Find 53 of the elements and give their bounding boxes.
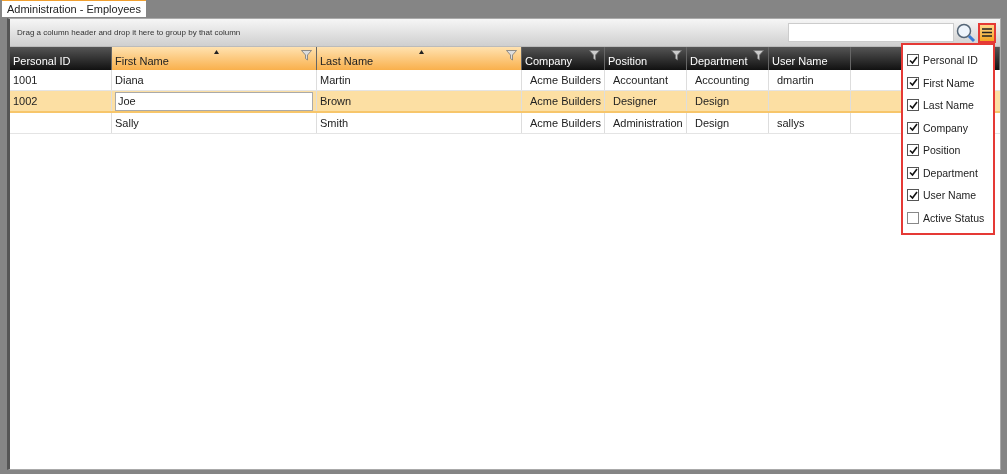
menu-item-label[interactable]: Department xyxy=(923,166,978,179)
sort-arrow-icon xyxy=(419,50,424,54)
column-header[interactable]: Position xyxy=(605,47,687,70)
menu-item-label[interactable]: Last Name xyxy=(923,99,974,112)
table-cell: Accountant xyxy=(613,74,669,86)
sort-arrow-icon xyxy=(214,50,219,54)
checkbox[interactable] xyxy=(907,144,919,157)
menu-item-label[interactable]: Position xyxy=(923,144,961,157)
tab[interactable]: Administration - Employees xyxy=(2,0,146,17)
column-header[interactable]: Company xyxy=(522,47,605,70)
table-cell: Acme Builders xyxy=(530,95,601,107)
table-cell: dmartin xyxy=(777,74,814,86)
cell-editor[interactable]: Joe xyxy=(115,91,313,111)
menu-item-label[interactable]: Active Status xyxy=(923,211,985,224)
table-cell: Administration xyxy=(613,117,683,129)
search-field[interactable] xyxy=(788,23,954,42)
table-cell: Sally xyxy=(115,117,139,129)
menu-item-label[interactable]: User Name xyxy=(923,189,977,202)
filter-icon[interactable] xyxy=(753,50,764,61)
table-cell: sallys xyxy=(777,117,805,129)
table-cell: Smith xyxy=(320,117,349,129)
column-header[interactable]: Personal ID xyxy=(10,47,112,70)
filter-icon[interactable] xyxy=(671,50,682,61)
table-cell: 1001 xyxy=(13,74,38,86)
table-cell: Accounting xyxy=(695,74,750,86)
menu-item-label[interactable]: Company xyxy=(923,121,968,134)
checkbox[interactable] xyxy=(907,99,919,112)
checkbox[interactable] xyxy=(907,76,919,89)
table-cell: Designer xyxy=(613,95,658,107)
filter-icon[interactable] xyxy=(589,50,600,61)
checkbox[interactable] xyxy=(907,166,919,179)
column-header[interactable]: Department xyxy=(687,47,769,70)
table-cell: Acme Builders xyxy=(530,74,601,86)
menu-button[interactable] xyxy=(978,22,996,43)
menu-item-label[interactable]: First Name xyxy=(923,76,975,89)
table-cell: Martin xyxy=(320,74,351,86)
checkbox[interactable] xyxy=(907,54,919,67)
table-cell: Design xyxy=(695,95,730,107)
column-header[interactable]: User Name xyxy=(769,47,851,70)
table-cell: Brown xyxy=(320,95,352,107)
checkbox[interactable] xyxy=(907,121,919,134)
group-hint: Drag a column header and drop it here to group by that column xyxy=(17,28,241,37)
table-cell: Design xyxy=(695,117,730,129)
search-icon[interactable] xyxy=(956,22,976,43)
checkbox[interactable] xyxy=(907,211,919,224)
table-cell: Diana xyxy=(115,74,144,86)
column-header[interactable]: Last Name xyxy=(317,47,522,70)
menu-item-label[interactable]: Personal ID xyxy=(923,54,978,67)
table-cell: Acme Builders xyxy=(530,117,601,129)
checkbox[interactable] xyxy=(907,189,919,202)
menu-icon xyxy=(982,28,992,37)
table-cell: 1002 xyxy=(13,95,38,107)
column-header[interactable]: First Name xyxy=(112,47,317,70)
